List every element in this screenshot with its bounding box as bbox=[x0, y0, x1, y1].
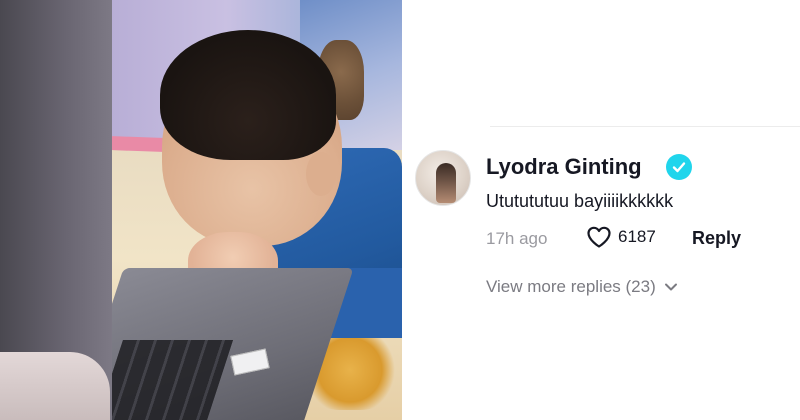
comment-username[interactable]: Lyodra Ginting bbox=[486, 154, 642, 180]
video-thumbnail[interactable] bbox=[0, 0, 402, 420]
avatar-figure bbox=[436, 163, 456, 203]
heart-outline-icon[interactable] bbox=[586, 225, 612, 249]
view-more-replies-button[interactable]: View more replies (23) bbox=[486, 277, 678, 297]
avatar[interactable] bbox=[415, 150, 471, 206]
view-more-replies-label: View more replies (23) bbox=[486, 277, 656, 296]
comment-text: Ututututuu bayiiiikkkkkk bbox=[486, 191, 674, 211]
checkmark-icon bbox=[672, 162, 686, 173]
verified-check-icon bbox=[666, 154, 692, 180]
like-count: 6187 bbox=[618, 227, 656, 246]
comment-timestamp: 17h ago bbox=[486, 229, 548, 248]
adult-arm bbox=[0, 352, 110, 420]
reply-button[interactable]: Reply bbox=[692, 228, 741, 249]
baby-hair bbox=[160, 30, 336, 160]
comment-divider bbox=[490, 126, 800, 127]
chevron-down-icon bbox=[664, 283, 677, 291]
like-button[interactable]: 6187 bbox=[586, 225, 656, 249]
baby-ear bbox=[306, 152, 336, 196]
